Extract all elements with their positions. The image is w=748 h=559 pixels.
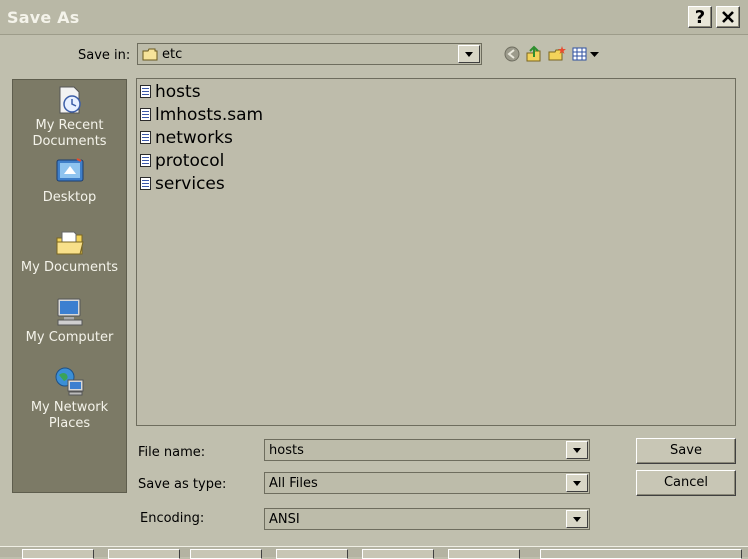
file-name: lmhosts.sam: [155, 105, 264, 125]
save-as-type-chevron-down-icon[interactable]: [566, 474, 588, 492]
file-name: services: [155, 174, 225, 194]
place-my-network-places[interactable]: My Network Places: [13, 366, 126, 432]
save-in-chevron-down-icon[interactable]: [458, 45, 480, 63]
text-file-icon: [140, 154, 151, 167]
recent-documents-icon: [59, 86, 81, 114]
taskbar-button[interactable]: [362, 549, 434, 559]
file-name-field[interactable]: hosts: [264, 439, 590, 461]
place-label: My Network Places: [30, 400, 109, 431]
list-item[interactable]: protocol: [140, 150, 224, 172]
taskbar-button[interactable]: [448, 549, 520, 559]
file-list[interactable]: hosts lmhosts.sam networks protocol serv…: [136, 78, 736, 426]
close-button[interactable]: [716, 6, 740, 28]
places-bar: My Recent Documents Desktop My Documents…: [12, 79, 127, 493]
text-file-icon: [140, 177, 151, 190]
file-name: protocol: [155, 151, 225, 171]
title-bar: Save As ?: [0, 0, 748, 35]
file-name-chevron-down-icon[interactable]: [566, 441, 588, 459]
list-item[interactable]: lmhosts.sam: [140, 104, 263, 126]
text-file-icon: [140, 131, 151, 144]
file-name: networks: [155, 128, 233, 148]
my-documents-icon: [56, 231, 84, 255]
save-as-type-label: Save as type:: [138, 477, 227, 492]
system-tray: [540, 549, 742, 559]
taskbar-button[interactable]: [108, 549, 180, 559]
encoding-dropdown[interactable]: ANSI: [264, 508, 590, 530]
save-button[interactable]: Save: [636, 438, 736, 464]
file-name: hosts: [155, 82, 201, 102]
place-desktop[interactable]: Desktop: [13, 156, 126, 206]
list-item[interactable]: services: [140, 173, 225, 195]
text-file-icon: [140, 85, 151, 98]
place-label: Desktop: [42, 190, 97, 205]
help-button[interactable]: ?: [688, 6, 712, 28]
save-in-value: etc: [162, 47, 183, 62]
encoding-label: Encoding:: [140, 511, 205, 526]
folder-icon: [142, 48, 158, 61]
list-item[interactable]: hosts: [140, 81, 201, 103]
my-computer-icon: [57, 298, 82, 326]
text-file-icon: [140, 108, 151, 121]
views-menu-button[interactable]: [572, 46, 602, 62]
save-as-type-dropdown[interactable]: All Files: [264, 472, 590, 494]
save-in-dropdown[interactable]: etc: [137, 43, 482, 65]
taskbar: [0, 546, 748, 559]
place-my-recent-documents[interactable]: My Recent Documents: [13, 84, 126, 150]
network-places-icon: [55, 367, 83, 396]
place-my-documents[interactable]: My Documents: [13, 226, 126, 276]
views-menu-icon: [572, 47, 599, 61]
encoding-chevron-down-icon[interactable]: [566, 510, 588, 528]
save-as-type-value: All Files: [269, 476, 318, 491]
taskbar-button[interactable]: [276, 549, 348, 559]
place-label: My Recent Documents: [32, 118, 107, 149]
encoding-value: ANSI: [269, 512, 300, 527]
cancel-button[interactable]: Cancel: [636, 470, 736, 496]
close-icon: [722, 11, 734, 23]
place-label: My Documents: [20, 260, 119, 275]
desktop-icon: [56, 158, 83, 182]
place-my-computer[interactable]: My Computer: [13, 296, 126, 346]
window-title: Save As: [7, 8, 80, 27]
place-label: My Computer: [25, 330, 114, 345]
taskbar-button[interactable]: [190, 549, 262, 559]
list-item[interactable]: networks: [140, 127, 233, 149]
file-name-label: File name:: [138, 445, 206, 460]
taskbar-button[interactable]: [22, 549, 94, 559]
back-icon[interactable]: [503, 45, 521, 63]
up-folder-icon[interactable]: [525, 45, 543, 63]
new-folder-icon[interactable]: [548, 45, 566, 63]
save-in-label: Save in:: [78, 48, 131, 63]
file-name-value: hosts: [269, 443, 304, 458]
